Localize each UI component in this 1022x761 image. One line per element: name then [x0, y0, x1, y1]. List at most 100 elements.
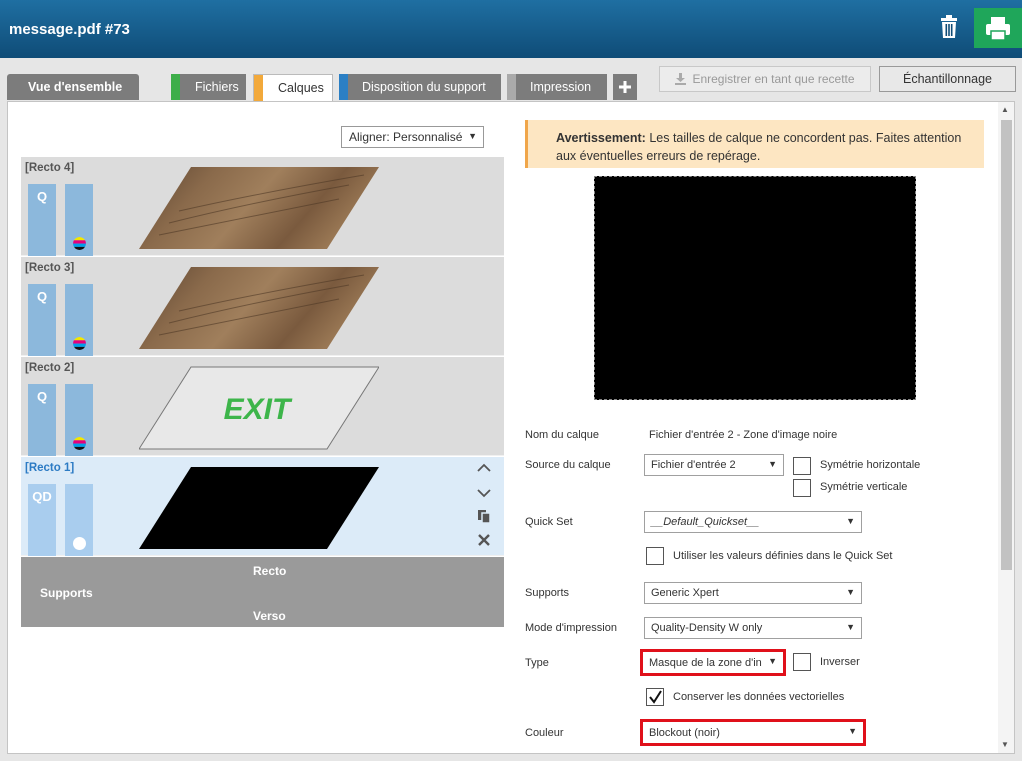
- supports-recto-label: Recto: [253, 564, 287, 578]
- tab-layers[interactable]: Calques: [253, 74, 333, 101]
- tab-overview[interactable]: Vue d'ensemble: [7, 74, 139, 100]
- chevron-down-icon: ▼: [768, 656, 777, 666]
- cmyk-ink-icon: [73, 437, 86, 450]
- layer-ink-indicator: [65, 284, 93, 356]
- print-mode-dropdown[interactable]: Quality-Density W only ▼: [644, 617, 862, 639]
- layer-ink-indicator: [65, 384, 93, 456]
- plus-icon: [619, 81, 631, 93]
- media-dropdown[interactable]: Generic Xpert ▼: [644, 582, 862, 604]
- tab-print[interactable]: Impression: [507, 74, 607, 100]
- close-icon: [478, 534, 490, 546]
- chevron-down-icon: [477, 489, 491, 498]
- trash-icon: [941, 15, 957, 38]
- invert-checkbox[interactable]: [793, 653, 811, 671]
- layer-quality-label: Q: [36, 389, 48, 404]
- print-mode-value: Quality-Density W only: [651, 622, 763, 634]
- chevron-down-icon: ▼: [848, 726, 857, 736]
- layers-content-panel: Aligner: Personnalisé ▼ [Recto 4] Q [Rec…: [7, 101, 1015, 754]
- wood-texture-thumbnail: [139, 167, 379, 249]
- tab-color-stripe: [254, 75, 263, 101]
- layer-quality-indicator: Q: [28, 284, 56, 356]
- print-button[interactable]: [974, 8, 1022, 48]
- delete-layer-button[interactable]: [474, 533, 494, 551]
- layer-row-recto-1[interactable]: [Recto 1] QD: [21, 457, 504, 556]
- supports-label: Supports: [40, 586, 93, 600]
- use-quickset-checkbox[interactable]: [646, 547, 664, 565]
- layer-size-warning: Avertissement: Les tailles de calque ne …: [525, 120, 984, 168]
- tab-label: Calques: [278, 81, 324, 95]
- layer-ink-indicator: [65, 184, 93, 256]
- vertical-scrollbar[interactable]: ▲ ▼: [998, 102, 1014, 753]
- layer-name: [Recto 2]: [25, 362, 75, 374]
- print-mode-label: Mode d'impression: [525, 622, 617, 634]
- layer-source-label: Source du calque: [525, 459, 611, 471]
- document-title: message.pdf #73: [9, 21, 130, 38]
- layer-quality-label: QD: [32, 489, 52, 504]
- layer-row-recto-3[interactable]: [Recto 3] Q: [21, 257, 504, 356]
- layer-name: [Recto 1]: [25, 462, 75, 474]
- warning-title: Avertissement:: [556, 131, 646, 145]
- align-dropdown[interactable]: Aligner: Personnalisé ▼: [341, 126, 484, 148]
- chevron-down-icon: ▼: [468, 131, 477, 141]
- align-dropdown-value: Aligner: Personnalisé: [349, 130, 463, 144]
- color-dropdown[interactable]: Blockout (noir) ▼: [640, 719, 866, 746]
- move-layer-down-button[interactable]: [474, 485, 494, 503]
- layer-name-value: Fichier d'entrée 2 - Zone d'image noire: [649, 429, 838, 441]
- copy-icon: [478, 510, 491, 524]
- mirror-vertical-checkbox[interactable]: [793, 479, 811, 497]
- chevron-down-icon: ▼: [846, 622, 855, 632]
- tab-label: Impression: [530, 80, 592, 94]
- scroll-up-arrow-icon[interactable]: ▲: [1001, 105, 1009, 114]
- tab-files[interactable]: Fichiers: [171, 74, 246, 100]
- type-label: Type: [525, 657, 549, 669]
- type-dropdown[interactable]: Masque de la zone d'in ▼: [640, 649, 786, 676]
- add-tab-button[interactable]: [613, 74, 637, 100]
- layer-quality-indicator: QD: [28, 484, 56, 556]
- printer-icon: [986, 17, 1010, 41]
- chevron-down-icon: ▼: [768, 459, 777, 469]
- color-value: Blockout (noir): [649, 726, 720, 739]
- chevron-down-icon: ▼: [846, 587, 855, 597]
- chevron-down-icon: ▼: [846, 516, 855, 526]
- sampling-button[interactable]: Échantillonnage: [879, 66, 1016, 92]
- layer-row-recto-2[interactable]: [Recto 2] Q EXIT: [21, 357, 504, 456]
- tab-label: Vue d'ensemble: [28, 80, 123, 94]
- invert-label: Inverser: [820, 656, 860, 668]
- tab-label: Disposition du support: [362, 80, 486, 94]
- save-recipe-button[interactable]: Enregistrer en tant que recette: [659, 66, 871, 92]
- tab-media-layout[interactable]: Disposition du support: [339, 74, 501, 100]
- move-layer-up-button[interactable]: [474, 459, 494, 477]
- layer-source-dropdown[interactable]: Fichier d'entrée 2 ▼: [644, 454, 784, 476]
- layer-quality-indicator: Q: [28, 384, 56, 456]
- quickset-dropdown[interactable]: __Default_Quickset__ ▼: [644, 511, 862, 533]
- title-bar: message.pdf #73: [0, 0, 1022, 58]
- layer-preview: [594, 176, 916, 400]
- chevron-up-icon: [477, 463, 491, 472]
- type-value: Masque de la zone d'in: [649, 656, 762, 669]
- layer-source-value: Fichier d'entrée 2: [651, 459, 736, 471]
- color-label: Couleur: [525, 727, 564, 739]
- duplicate-layer-button[interactable]: [474, 509, 494, 528]
- keep-vector-data-checkbox[interactable]: [646, 688, 664, 706]
- media-value: Generic Xpert: [651, 587, 719, 599]
- cmyk-ink-icon: [73, 337, 86, 350]
- supports-verso-label: Verso: [253, 609, 286, 623]
- quickset-value: __Default_Quickset__: [651, 516, 760, 528]
- cmyk-ink-icon: [73, 237, 86, 250]
- media-label: Supports: [525, 587, 570, 599]
- mirror-horizontal-checkbox[interactable]: [793, 457, 811, 475]
- layer-row-recto-4[interactable]: [Recto 4] Q: [21, 157, 504, 256]
- layer-quality-label: Q: [36, 189, 48, 204]
- layer-name: [Recto 4]: [25, 162, 75, 174]
- scroll-down-arrow-icon[interactable]: ▼: [1001, 740, 1009, 749]
- scrollbar-thumb[interactable]: [1001, 120, 1012, 570]
- delete-button[interactable]: [930, 8, 968, 48]
- layer-quality-label: Q: [36, 289, 48, 304]
- keep-vector-data-label: Conserver les données vectorielles: [673, 691, 845, 703]
- download-icon: [675, 73, 687, 85]
- black-area-thumbnail: [139, 467, 379, 549]
- supports-bar: Recto Supports Verso: [21, 557, 504, 627]
- sampling-label: Échantillonnage: [903, 72, 992, 86]
- layer-ink-indicator: [65, 484, 93, 556]
- layer-quality-indicator: Q: [28, 184, 56, 256]
